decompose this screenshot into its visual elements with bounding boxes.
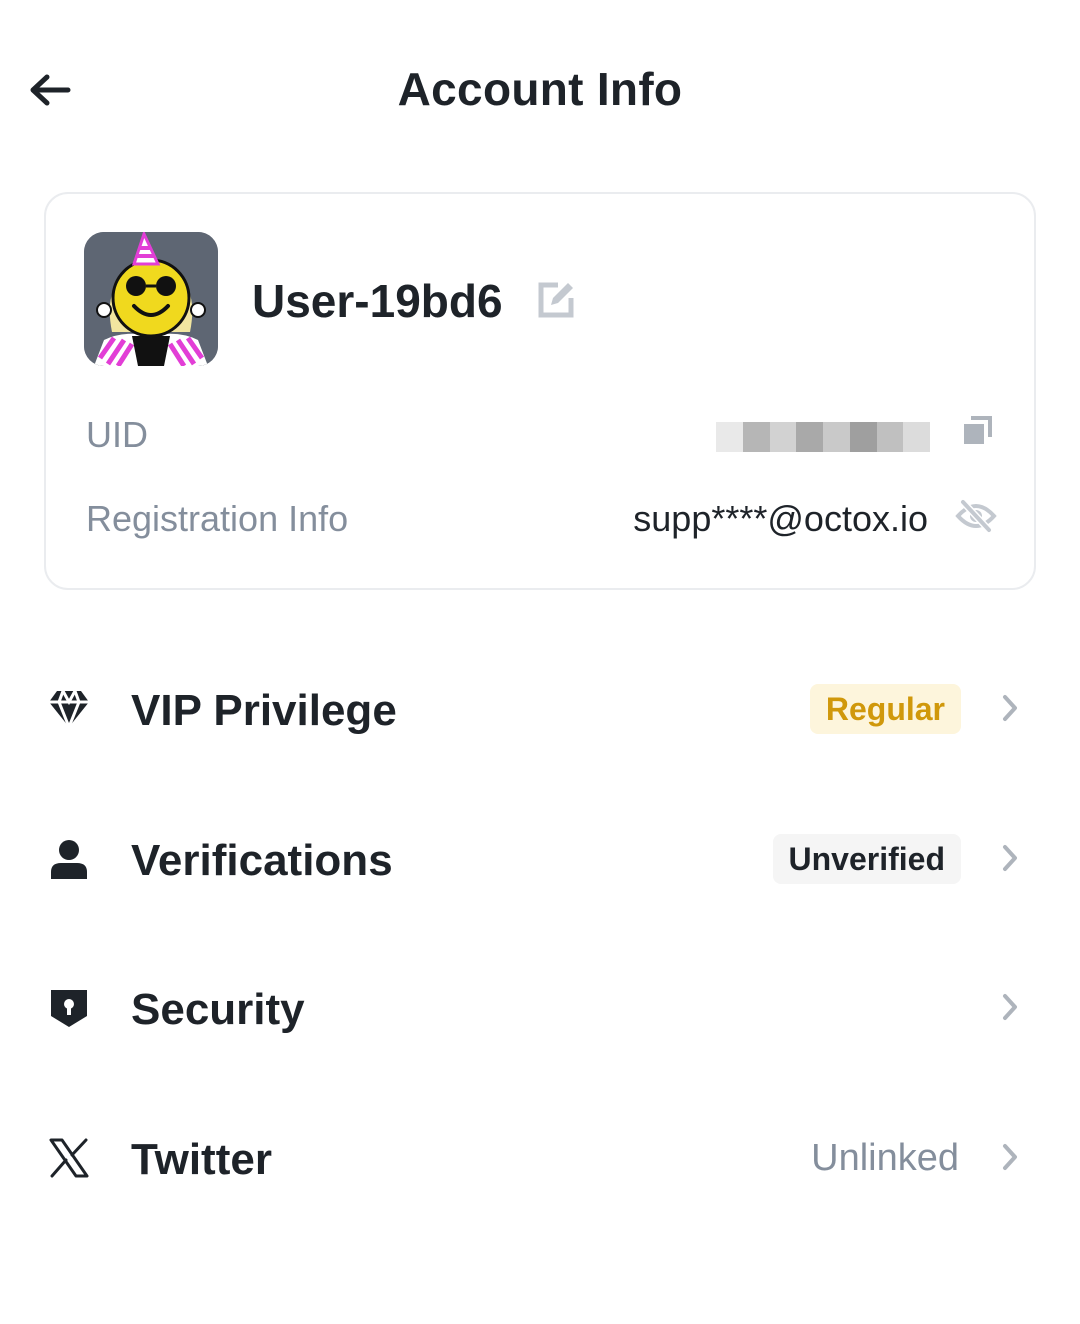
person-icon <box>46 836 92 882</box>
registration-value: supp****@octox.io <box>633 498 928 539</box>
menu-label: Security <box>131 985 305 1034</box>
menu-label: Verifications <box>131 836 393 885</box>
verification-status-badge: Unverified <box>772 834 961 884</box>
registration-label: Registration Info <box>86 498 349 539</box>
diamond-icon <box>46 686 92 732</box>
menu-item-twitter[interactable]: Twitter Unlinked <box>0 1097 1080 1217</box>
header: Account Info <box>0 0 1080 180</box>
page-title: Account Info <box>397 63 683 115</box>
twitter-link-status: Unlinked <box>811 1137 959 1179</box>
chevron-right-icon <box>996 842 1024 874</box>
uid-value-redacted <box>716 422 930 452</box>
toggle-visibility-button[interactable] <box>954 496 998 536</box>
x-logo-icon <box>46 1135 92 1181</box>
menu-item-vip-privilege[interactable]: VIP Privilege Regular <box>0 648 1080 768</box>
copy-uid-button[interactable] <box>958 410 998 450</box>
edit-icon <box>538 282 574 318</box>
uid-label: UID <box>86 414 148 455</box>
avatar[interactable] <box>84 232 218 366</box>
menu-label: VIP Privilege <box>131 686 397 735</box>
menu-label: Twitter <box>131 1135 272 1184</box>
eye-off-icon <box>955 499 997 533</box>
menu-item-security[interactable]: Security <box>0 947 1080 1067</box>
account-card: User-19bd6 UID Registration Info supp***… <box>44 192 1036 590</box>
vip-level-badge: Regular <box>809 684 961 734</box>
username: User-19bd6 <box>252 275 503 327</box>
copy-icon <box>964 416 992 444</box>
shield-icon <box>46 985 92 1031</box>
chevron-right-icon <box>996 692 1024 724</box>
menu-item-verifications[interactable]: Verifications Unverified <box>0 798 1080 918</box>
edit-username-button[interactable] <box>534 278 578 322</box>
chevron-right-icon <box>996 1141 1024 1173</box>
chevron-right-icon <box>996 991 1024 1023</box>
